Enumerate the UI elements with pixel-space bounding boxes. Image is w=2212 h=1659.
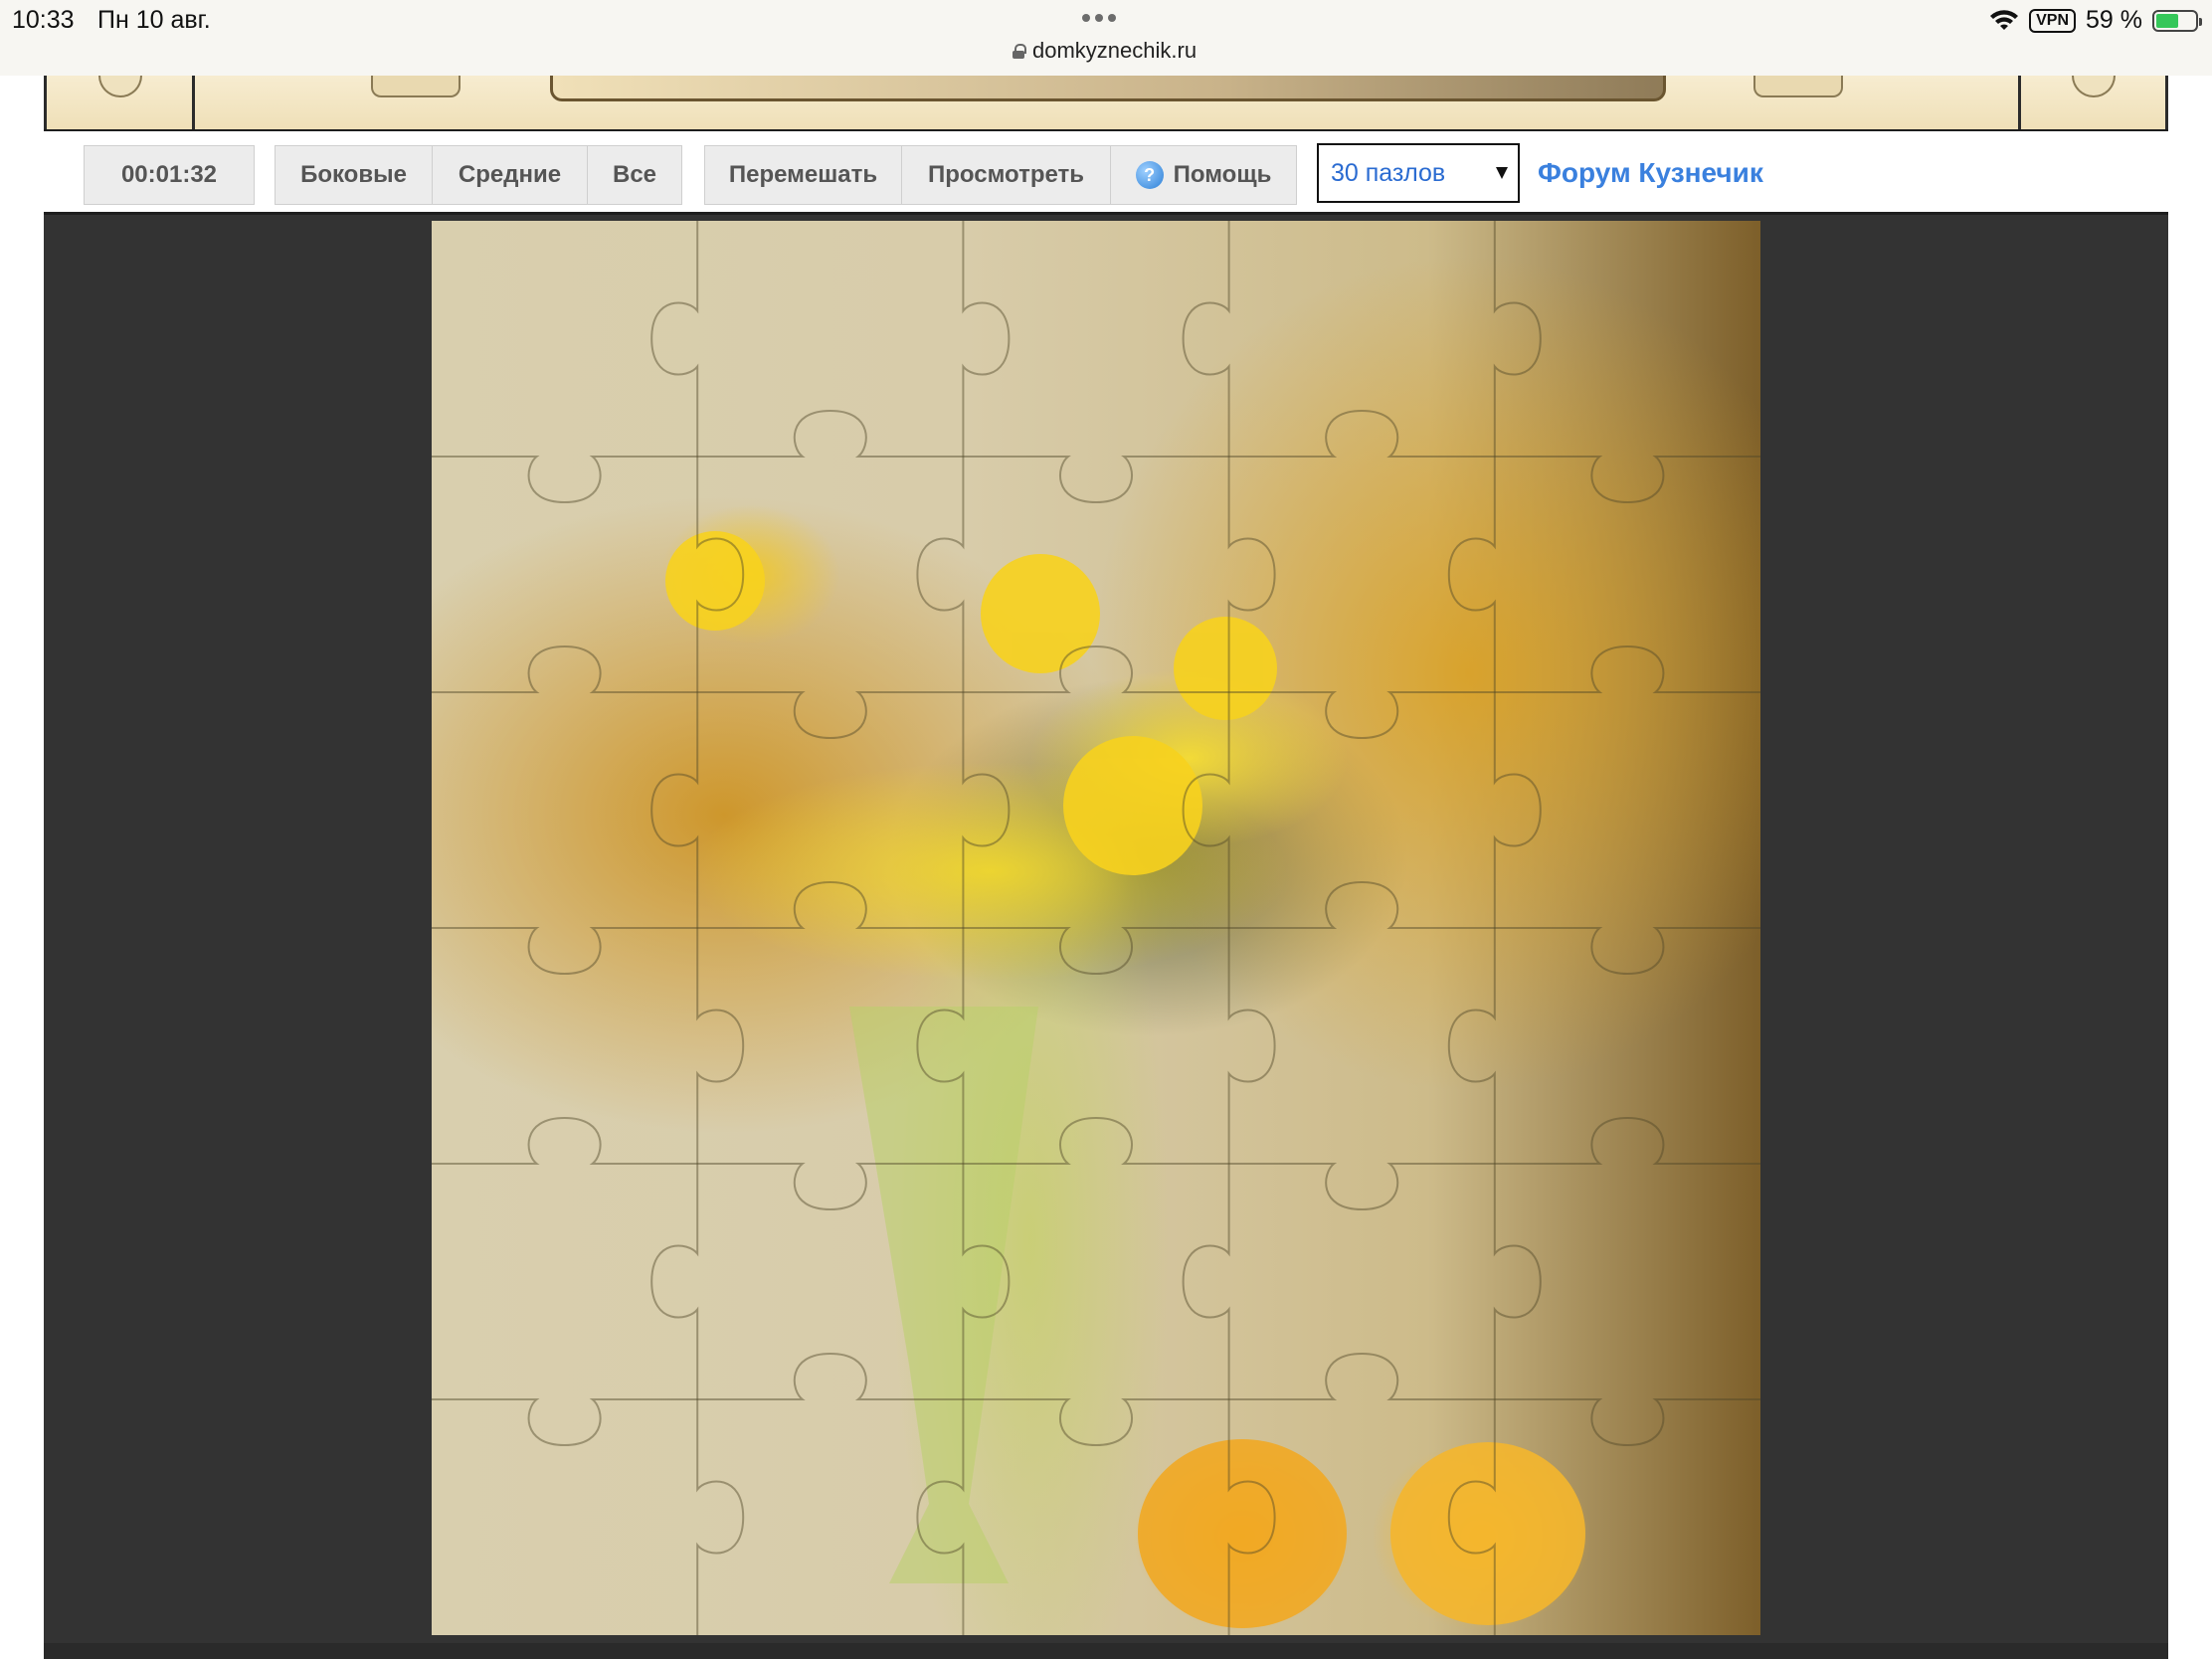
header-tab <box>1753 76 1843 97</box>
lock-icon <box>1013 43 1026 59</box>
help-icon: ? <box>1135 161 1164 189</box>
horizontal-cut-line <box>432 409 1760 504</box>
lemons <box>1138 1439 1585 1628</box>
filter-button-group: Боковые Средние Все <box>275 145 682 205</box>
filter-middle-button[interactable]: Средние <box>433 146 588 204</box>
status-time: 10:33 <box>12 6 75 34</box>
vpn-badge: VPN <box>2029 8 2077 33</box>
puzzle-piece-grid <box>432 221 1760 1635</box>
header-ornament <box>2072 76 2116 97</box>
horizontal-cut-line <box>432 1116 1760 1211</box>
horizontal-cut-line <box>432 880 1760 976</box>
preview-button[interactable]: Просмотреть <box>902 146 1111 204</box>
timer-display: 00:01:32 <box>84 145 255 205</box>
dropdown-arrow-icon <box>1496 167 1508 179</box>
wifi-icon <box>1990 9 2019 30</box>
help-label: Помощь <box>1173 161 1272 188</box>
help-button[interactable]: ? Помощь <box>1111 146 1296 204</box>
forum-link[interactable]: Форум Кузнечик <box>1538 157 1763 189</box>
puzzle-image[interactable] <box>432 221 1760 1635</box>
header-tab <box>371 76 461 97</box>
puzzle-toolbar: 00:01:32 Боковые Средние Все Перемешать … <box>44 129 2168 215</box>
ios-status-bar: 10:33 Пн 10 авг. domkyznechik.ru VPN 59 … <box>0 0 2212 76</box>
pieces-count-select[interactable]: 30 пазлов <box>1317 143 1520 203</box>
status-right: VPN 59 % <box>1989 6 2202 35</box>
puzzle-cut-lines <box>432 221 1760 1635</box>
filter-all-button[interactable]: Все <box>588 146 681 204</box>
board-bottom-edge <box>44 1643 2168 1659</box>
header-divider <box>2018 76 2021 129</box>
vase-shape <box>849 1007 1038 1583</box>
filter-edges-button[interactable]: Боковые <box>276 146 433 204</box>
header-divider <box>192 76 195 129</box>
horizontal-cut-line <box>432 1352 1760 1447</box>
status-date: Пн 10 авг. <box>97 6 211 34</box>
shuffle-button[interactable]: Перемешать <box>705 146 902 204</box>
site-header-strip <box>44 76 2168 129</box>
url-text: domkyznechik.ru <box>1032 38 1198 63</box>
battery-icon <box>2152 9 2202 32</box>
horizontal-cut-line <box>432 645 1760 740</box>
more-dots-icon[interactable] <box>1082 14 1116 22</box>
address-bar[interactable]: domkyznechik.ru <box>1013 38 1197 64</box>
header-banner <box>550 76 1666 101</box>
battery-percent: 59 % <box>2086 6 2142 34</box>
pieces-count-value: 30 пазлов <box>1331 158 1446 187</box>
action-button-group: Перемешать Просмотреть ? Помощь <box>704 145 1297 205</box>
header-ornament <box>98 76 142 97</box>
